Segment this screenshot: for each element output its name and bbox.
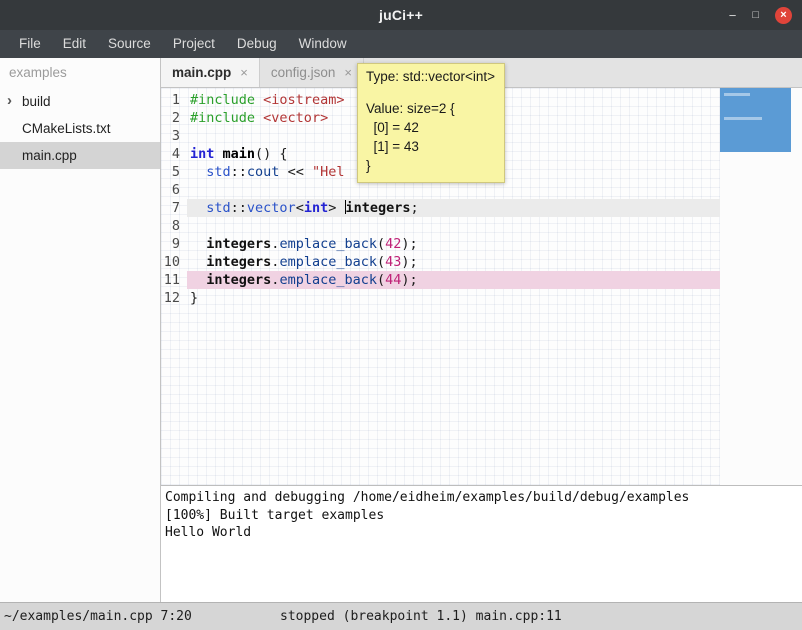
- code-line-text: }: [187, 289, 720, 307]
- code-line-10[interactable]: 10 integers.emplace_back(43);: [161, 253, 720, 271]
- tooltip-value-line: [1] = 43: [366, 137, 496, 156]
- app-window: juCi++ − □ × FileEditSourceProjectDebugW…: [0, 0, 802, 630]
- line-number: 3: [161, 127, 187, 145]
- code-line-text: integers.emplace_back(43);: [187, 253, 720, 271]
- tooltip-value-line: Value: size=2 {: [366, 99, 496, 118]
- output-line: [100%] Built target examples: [165, 507, 798, 525]
- code-line-text: integers.emplace_back(42);: [187, 235, 720, 253]
- menu-item-file[interactable]: File: [8, 30, 52, 58]
- menubar: FileEditSourceProjectDebugWindow: [0, 30, 802, 58]
- output-panel[interactable]: Compiling and debugging /home/eidheim/ex…: [161, 486, 802, 602]
- menu-item-edit[interactable]: Edit: [52, 30, 97, 58]
- restore-button[interactable]: □: [752, 10, 759, 21]
- line-number: 9: [161, 235, 187, 253]
- status-debug-state: stopped (breakpoint 1.1) main.cpp:11: [280, 603, 562, 630]
- line-number: 11: [161, 271, 187, 289]
- code-line-7[interactable]: 7 std::vector<int> integers;: [161, 199, 720, 217]
- tab-label: config.json: [271, 65, 336, 80]
- line-number: 8: [161, 217, 187, 235]
- statusbar: ~/examples/main.cpp 7:20 stopped (breakp…: [0, 602, 802, 630]
- code-line-text: [187, 181, 720, 199]
- tab-main-cpp[interactable]: main.cpp ×: [161, 58, 260, 87]
- code-line-text: integers.emplace_back(44);: [187, 271, 720, 289]
- file-label: build: [22, 94, 51, 109]
- tooltip-value-line: }: [366, 156, 496, 175]
- sidebar-item-build[interactable]: › build: [0, 88, 160, 115]
- code-line-9[interactable]: 9 integers.emplace_back(42);: [161, 235, 720, 253]
- line-number: 1: [161, 91, 187, 109]
- line-number: 2: [161, 109, 187, 127]
- tooltip-value-body: Value: size=2 { [0] = 42 [1] = 43}: [366, 99, 496, 175]
- minimize-button[interactable]: −: [729, 9, 737, 22]
- menu-item-source[interactable]: Source: [97, 30, 162, 58]
- project-root-label: examples: [0, 58, 160, 88]
- line-number: 10: [161, 253, 187, 271]
- line-number: 5: [161, 163, 187, 181]
- editor-right-margin: [720, 88, 802, 485]
- close-button[interactable]: ×: [775, 7, 792, 24]
- line-number: 7: [161, 199, 187, 217]
- tooltip-value-line: [0] = 42: [366, 118, 496, 137]
- debug-value-tooltip: Type: std::vector<int> Value: size=2 { […: [357, 63, 505, 183]
- overview-map-line: [724, 117, 762, 120]
- overview-map-line: [724, 93, 750, 96]
- code-line-8[interactable]: 8: [161, 217, 720, 235]
- menu-item-project[interactable]: Project: [162, 30, 226, 58]
- file-tree-panel: examples › build CMakeLists.txt main.cpp: [0, 58, 161, 602]
- code-line-text: [187, 217, 720, 235]
- sidebar-item-main-cpp[interactable]: main.cpp: [0, 142, 160, 169]
- sidebar-item-cmakelists-txt[interactable]: CMakeLists.txt: [0, 115, 160, 142]
- line-number: 6: [161, 181, 187, 199]
- window-controls: − □ ×: [729, 0, 792, 30]
- file-label: main.cpp: [22, 148, 77, 163]
- code-line-text: std::vector<int> integers;: [187, 199, 720, 217]
- code-line-6[interactable]: 6: [161, 181, 720, 199]
- titlebar[interactable]: juCi++ − □ ×: [0, 0, 802, 30]
- menu-item-window[interactable]: Window: [288, 30, 358, 58]
- tab-label: main.cpp: [172, 65, 231, 80]
- code-line-11[interactable]: 11 integers.emplace_back(44);: [161, 271, 720, 289]
- line-number: 12: [161, 289, 187, 307]
- status-file-position: ~/examples/main.cpp 7:20: [4, 603, 192, 630]
- line-number: 4: [161, 145, 187, 163]
- output-line: Hello World: [165, 524, 798, 542]
- file-label: CMakeLists.txt: [22, 121, 111, 136]
- window-title: juCi++: [379, 7, 423, 23]
- tooltip-type-line: Type: std::vector<int>: [366, 69, 496, 84]
- menu-item-debug[interactable]: Debug: [226, 30, 288, 58]
- tab-config-json[interactable]: config.json ×: [260, 58, 364, 87]
- chevron-right-icon[interactable]: ›: [7, 92, 12, 109]
- tab-close-icon[interactable]: ×: [344, 65, 352, 80]
- file-tree: › build CMakeLists.txt main.cpp: [0, 88, 160, 169]
- output-line: Compiling and debugging /home/eidheim/ex…: [165, 489, 798, 507]
- overview-map[interactable]: [720, 88, 791, 152]
- code-line-12[interactable]: 12}: [161, 289, 720, 307]
- tab-close-icon[interactable]: ×: [240, 65, 248, 80]
